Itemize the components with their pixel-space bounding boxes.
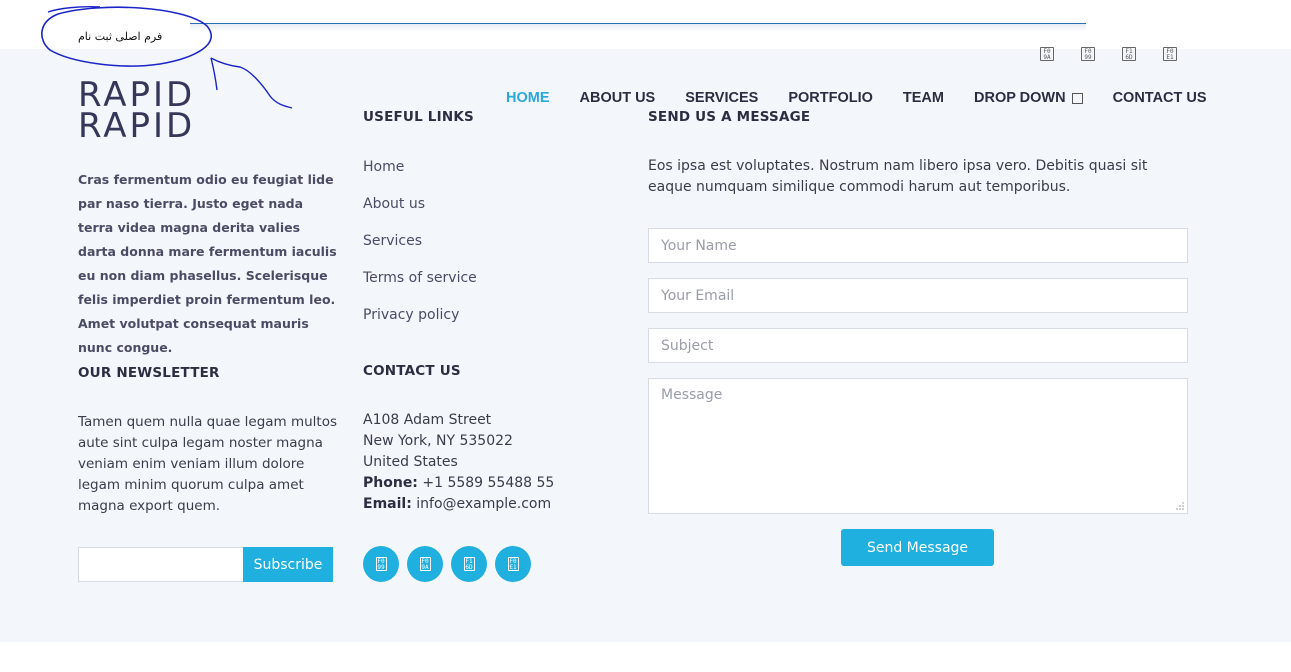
email-label: Email: [363, 496, 412, 512]
contact-heading: CONTACT US [363, 363, 461, 379]
facebook-icon: F0 9A [419, 557, 431, 571]
contact-phone: Phone: +1 5589 55488 55 [363, 473, 554, 494]
subscribe-button[interactable]: Subscribe [243, 547, 333, 582]
logo-line-2: RAPID [78, 106, 196, 146]
phone-label: Phone: [363, 475, 418, 491]
twitter-link[interactable]: F0 99 [363, 546, 399, 582]
contact-address: A108 Adam Street New York, NY 535022 Uni… [363, 410, 554, 515]
list-item: Services [363, 230, 477, 267]
nav-item-contact-us[interactable]: CONTACT US [1113, 90, 1207, 106]
main-nav: HOME ABOUT US SERVICES PORTFOLIO TEAM DR… [506, 90, 1207, 106]
link-home[interactable]: Home [363, 159, 404, 175]
nav-item-home[interactable]: HOME [506, 90, 550, 106]
link-about-us[interactable]: About us [363, 196, 425, 212]
list-item: Terms of service [363, 267, 477, 304]
list-item: Home [363, 156, 477, 193]
subject-field[interactable] [648, 328, 1188, 363]
address-country: United States [363, 454, 458, 470]
social-links: F0 99 F0 9A F1 6D F0 E1 [363, 546, 531, 582]
instagram-icon[interactable]: F1 6D [1122, 47, 1136, 61]
newsletter-email-input[interactable] [78, 547, 244, 582]
useful-links-heading: USEFUL LINKS [363, 109, 474, 125]
phone-value: +1 5589 55488 55 [417, 475, 555, 491]
send-message-button[interactable]: Send Message [841, 529, 994, 566]
address-city: New York, NY 535022 [363, 433, 513, 449]
newsletter-text: Tamen quem nulla quae legam multos aute … [78, 414, 338, 514]
nav-item-services[interactable]: SERVICES [685, 90, 758, 106]
link-privacy-policy[interactable]: Privacy policy [363, 307, 459, 323]
nav-item-portfolio[interactable]: PORTFOLIO [788, 90, 873, 106]
address-street: A108 Adam Street [363, 412, 492, 428]
linkedin-icon[interactable]: F0 E1 [1163, 47, 1177, 61]
message-field[interactable] [648, 378, 1188, 514]
email-field[interactable] [648, 278, 1188, 313]
contact-email: Email: info@example.com [363, 494, 554, 515]
link-services[interactable]: Services [363, 233, 422, 249]
facebook-icon[interactable]: F0 9A [1040, 47, 1054, 61]
list-item: About us [363, 193, 477, 230]
nav-item-about-us[interactable]: ABOUT US [580, 90, 656, 106]
about-text: Cras fermentum odio eu feugiat lide par … [78, 172, 337, 355]
newsletter-heading: OUR NEWSLETTER [78, 365, 220, 381]
instagram-link[interactable]: F1 6D [451, 546, 487, 582]
linkedin-link[interactable]: F0 E1 [495, 546, 531, 582]
top-divider-shadow [190, 24, 1086, 32]
chevron-down-icon[interactable] [1071, 92, 1083, 104]
message-intro: Eos ipsa est voluptates. Nostrum nam lib… [648, 158, 1148, 195]
email-value: info@example.com [411, 496, 552, 512]
annotation-text: فرم اصلی ثبت نام [78, 30, 163, 43]
useful-links-list: Home About us Services Terms of service … [363, 156, 477, 341]
list-item: Privacy policy [363, 304, 477, 341]
twitter-icon: F0 99 [375, 557, 387, 571]
name-field[interactable] [648, 228, 1188, 263]
link-terms-of-service[interactable]: Terms of service [363, 270, 477, 286]
linkedin-icon: F0 E1 [507, 557, 519, 571]
message-heading: SEND US A MESSAGE [648, 109, 811, 125]
twitter-icon[interactable]: F0 99 [1081, 47, 1095, 61]
instagram-icon: F1 6D [463, 557, 475, 571]
nav-item-team[interactable]: TEAM [903, 90, 944, 106]
top-social-icons: F0 9A F0 99 F1 6D F0 E1 [1040, 47, 1177, 61]
resize-grip-icon[interactable] [1175, 501, 1185, 511]
nav-item-drop-down[interactable]: DROP DOWN [974, 90, 1066, 106]
facebook-link[interactable]: F0 9A [407, 546, 443, 582]
logo[interactable]: RAPID RAPID [78, 78, 196, 146]
